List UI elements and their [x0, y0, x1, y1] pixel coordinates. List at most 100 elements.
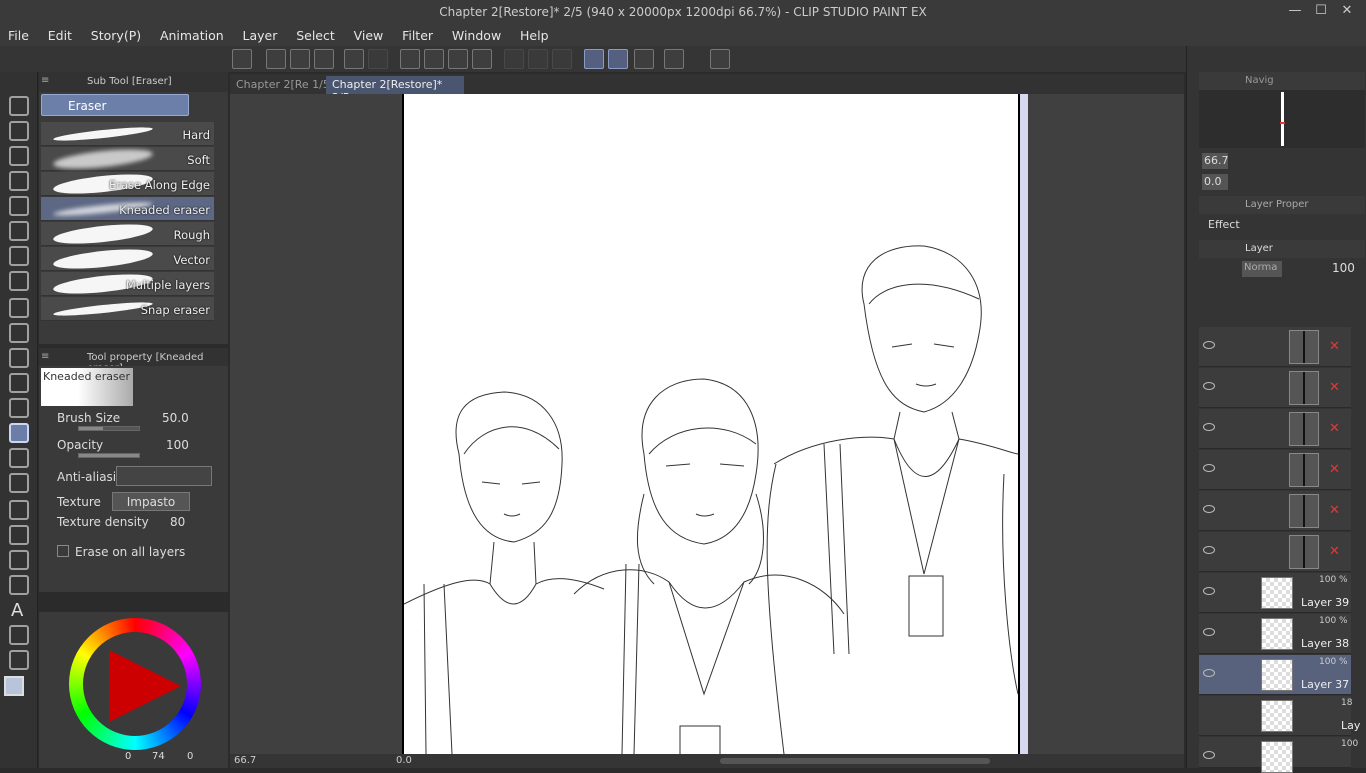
layer-row-39[interactable]: 100 % Layer 39	[1199, 573, 1351, 613]
maximize-button[interactable]: ☐	[1310, 3, 1332, 21]
gradient-tool-icon[interactable]	[9, 500, 29, 520]
move-layer-icon[interactable]	[9, 171, 29, 191]
eyedropper-icon[interactable]	[9, 271, 29, 291]
airbrush-tool-icon[interactable]	[9, 373, 29, 393]
transform-icon[interactable]	[472, 49, 492, 69]
menu-filter[interactable]: Filter	[394, 24, 440, 43]
subtool-item-rough[interactable]: Rough	[41, 220, 214, 248]
deselect-icon[interactable]	[504, 49, 524, 69]
doc-tab-1[interactable]: Chapter 2[Re 1/5	[230, 76, 336, 94]
layer-folder-2[interactable]: ✕	[1199, 368, 1351, 408]
layer-row-hidden[interactable]: 18 Lay	[1199, 696, 1360, 736]
selection-tool-icon[interactable]	[9, 196, 29, 216]
menu-story[interactable]: Story(P)	[83, 24, 148, 43]
snap-special-ruler-icon[interactable]	[608, 49, 628, 69]
layer-row-38[interactable]: 100 % Layer 38	[1199, 614, 1351, 654]
eraser-tool-icon[interactable]	[9, 423, 29, 443]
pencil-tool-icon[interactable]	[9, 323, 29, 343]
opacity-slider[interactable]	[78, 453, 140, 458]
erase-all-label: Erase on all layers	[75, 545, 186, 559]
subtool-item-hard[interactable]: Hard	[41, 122, 214, 146]
antialias-selector[interactable]	[116, 466, 212, 486]
fill-icon[interactable]	[448, 49, 468, 69]
lasso-tool-icon[interactable]	[9, 221, 29, 241]
opacity-value[interactable]: 100	[166, 438, 189, 452]
layer-opacity[interactable]: 100	[1332, 261, 1355, 275]
frame-border-icon[interactable]	[9, 550, 29, 570]
blend-tool-icon[interactable]	[9, 473, 29, 493]
loading-icon[interactable]	[400, 49, 420, 69]
close-button[interactable]: ✕	[1336, 3, 1358, 21]
move-canvas-icon[interactable]	[9, 121, 29, 141]
menu-animation[interactable]: Animation	[152, 24, 231, 43]
open-file-icon[interactable]	[290, 49, 310, 69]
clear-icon[interactable]	[424, 49, 444, 69]
subtool-item-vector[interactable]: Vector	[41, 245, 214, 273]
navigator-zoom[interactable]: 66.7	[1202, 153, 1229, 169]
saturation-triangle[interactable]	[109, 650, 181, 722]
layer-folder-5[interactable]: ✕	[1199, 491, 1351, 531]
menu-file[interactable]: File	[0, 24, 36, 43]
layer-folder-6[interactable]: ✕	[1199, 532, 1351, 572]
menu-layer[interactable]: Layer	[235, 24, 285, 43]
navigator-tab[interactable]: Navig	[1245, 75, 1274, 86]
menu-select[interactable]: Select	[288, 24, 342, 43]
sketch-drawing	[403, 245, 1019, 757]
help-icon[interactable]	[710, 49, 730, 69]
menu-view[interactable]: View	[346, 24, 391, 43]
subtool-item-snap-eraser[interactable]: Snap eraser	[41, 297, 214, 321]
status-zoom[interactable]: 66.7	[234, 755, 256, 766]
monitor-icon[interactable]	[664, 49, 684, 69]
invert-selection-icon[interactable]	[528, 49, 548, 69]
minimize-button[interactable]: —	[1284, 3, 1306, 21]
brush-tool-icon[interactable]	[9, 348, 29, 368]
fill-tool-icon[interactable]	[9, 448, 29, 468]
doc-tab-2[interactable]: Chapter 2[Restore]* 2/5	[326, 76, 464, 104]
status-angle[interactable]: 0.0	[396, 755, 412, 766]
brush-size-slider[interactable]	[78, 426, 140, 431]
redo-icon[interactable]	[368, 49, 388, 69]
layer-folder-1[interactable]: ✕	[1199, 327, 1351, 367]
snap-ruler-icon[interactable]	[584, 49, 604, 69]
menu-edit[interactable]: Edit	[40, 24, 79, 43]
layer-row-37[interactable]: 100 % Layer 37	[1199, 655, 1351, 695]
texture-density-value[interactable]: 80	[170, 515, 185, 529]
balloon-tool-icon[interactable]	[9, 625, 29, 645]
subtool-item-multiple-layers[interactable]: Multiple layers	[41, 270, 214, 298]
navigator-preview[interactable]	[1199, 90, 1365, 148]
operation-tool-icon[interactable]	[9, 146, 29, 166]
pen-tool-icon[interactable]	[9, 298, 29, 318]
undo-icon[interactable]	[344, 49, 364, 69]
magic-wand-icon[interactable]	[9, 246, 29, 266]
snap-grid-icon[interactable]	[634, 49, 654, 69]
ruler-tool-icon[interactable]	[9, 575, 29, 595]
subtool-group-eraser[interactable]: Eraser	[41, 94, 189, 116]
brush-size-value[interactable]: 50.0	[162, 411, 189, 425]
correct-line-icon[interactable]	[9, 650, 29, 670]
layer-folder-4[interactable]: ✕	[1199, 450, 1351, 490]
layer-tab[interactable]: Layer	[1245, 243, 1273, 254]
new-file-icon[interactable]	[266, 49, 286, 69]
text-tool-icon[interactable]: A	[11, 600, 23, 621]
zoom-tool-icon[interactable]	[9, 96, 29, 116]
layer-row-last[interactable]: 100	[1199, 737, 1358, 773]
show-selection-icon[interactable]	[552, 49, 572, 69]
navigator-rotate[interactable]: 0.0	[1202, 174, 1228, 190]
app-icon[interactable]	[232, 49, 252, 69]
menu-help[interactable]: Help	[512, 24, 556, 43]
subtool-item-erase-along-edge[interactable]: Erase Along Edge	[41, 170, 214, 198]
layer-property-tab[interactable]: Layer Proper	[1245, 199, 1309, 210]
menu-bar: File Edit Story(P) Animation Layer Selec…	[0, 24, 1366, 46]
layer-folder-3[interactable]: ✕	[1199, 409, 1351, 449]
save-icon[interactable]	[314, 49, 334, 69]
horizontal-scrollbar[interactable]	[720, 758, 990, 764]
canvas-page[interactable]	[402, 94, 1020, 757]
texture-value[interactable]: Impasto	[112, 492, 190, 511]
subtool-item-kneaded-eraser[interactable]: Kneaded eraser	[41, 197, 214, 221]
menu-window[interactable]: Window	[444, 24, 508, 43]
decoration-tool-icon[interactable]	[9, 398, 29, 418]
main-color-swatch[interactable]	[4, 676, 24, 696]
figure-tool-icon[interactable]	[9, 525, 29, 545]
blend-mode-select[interactable]: Norma	[1242, 261, 1282, 277]
subtool-item-soft[interactable]: Soft	[41, 145, 214, 173]
